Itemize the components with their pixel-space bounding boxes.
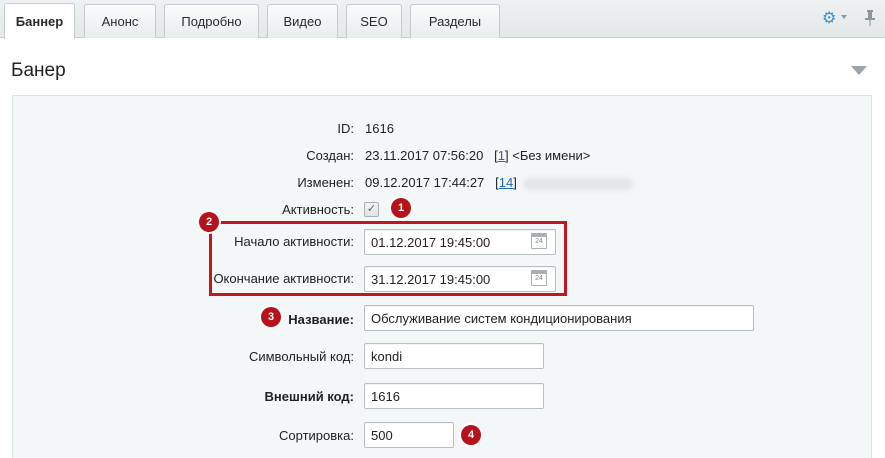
tab-seo[interactable]: SEO bbox=[346, 4, 402, 38]
name-label: Название: bbox=[288, 312, 354, 327]
sort-input[interactable] bbox=[364, 422, 454, 448]
annotation-badge-1: 1 bbox=[391, 198, 411, 218]
tab-bar: Баннер Анонс Подробно Видео SEO Разделы … bbox=[0, 0, 885, 39]
active-to-label: Окончание активности: bbox=[213, 271, 354, 286]
annotation-badge-3: 3 bbox=[261, 307, 281, 327]
gear-icon[interactable]: ⚙ bbox=[822, 11, 838, 27]
created-label: Создан: bbox=[306, 148, 354, 163]
annotation-badge-4: 4 bbox=[461, 425, 481, 445]
active-checkbox[interactable]: ✓ bbox=[364, 202, 379, 217]
section-title: Банер bbox=[11, 60, 66, 81]
created-user-name: ] <Без имени> bbox=[505, 148, 591, 163]
tab-video[interactable]: Видео bbox=[267, 4, 338, 38]
collapse-arrow-icon[interactable] bbox=[851, 66, 867, 75]
active-to-input[interactable] bbox=[364, 266, 556, 292]
changed-value-row: 09.12.2017 17:44:27 [14] bbox=[365, 175, 633, 190]
changed-user-link[interactable]: 14 bbox=[499, 175, 513, 190]
blurred-user-name bbox=[522, 177, 633, 190]
chevron-down-icon[interactable] bbox=[841, 15, 847, 19]
xml-id-label: Внешний код: bbox=[264, 389, 354, 404]
annotation-badge-2: 2 bbox=[199, 212, 219, 232]
id-label: ID: bbox=[337, 121, 354, 136]
calendar-icon[interactable]: 24 bbox=[531, 270, 547, 286]
changed-label: Изменен: bbox=[297, 175, 354, 190]
tab-banner[interactable]: Баннер bbox=[4, 3, 75, 39]
calendar-icon[interactable]: 24 bbox=[531, 233, 547, 249]
active-label: Активность: bbox=[282, 202, 354, 217]
active-from-input[interactable] bbox=[364, 229, 556, 255]
created-date: 23.11.2017 07:56:20 bbox=[365, 148, 484, 163]
created-value-row: 23.11.2017 07:56:20 [1] <Без имени> bbox=[365, 148, 590, 163]
created-user-link[interactable]: 1 bbox=[498, 148, 505, 163]
tab-details[interactable]: Подробно bbox=[164, 4, 259, 38]
xml-id-input[interactable] bbox=[364, 383, 544, 409]
pin-icon[interactable] bbox=[864, 9, 876, 27]
tab-sections[interactable]: Разделы bbox=[410, 4, 500, 38]
name-input[interactable] bbox=[364, 305, 754, 331]
changed-date: 09.12.2017 17:44:27 bbox=[365, 175, 485, 190]
code-label: Символьный код: bbox=[248, 349, 354, 364]
changed-user-close: ] bbox=[513, 175, 517, 190]
id-value: 1616 bbox=[365, 121, 394, 136]
sort-label: Сортировка: bbox=[279, 428, 354, 443]
code-input[interactable] bbox=[364, 343, 544, 369]
active-from-label: Начало активности: bbox=[234, 234, 354, 249]
tab-announce[interactable]: Анонс bbox=[84, 4, 156, 38]
